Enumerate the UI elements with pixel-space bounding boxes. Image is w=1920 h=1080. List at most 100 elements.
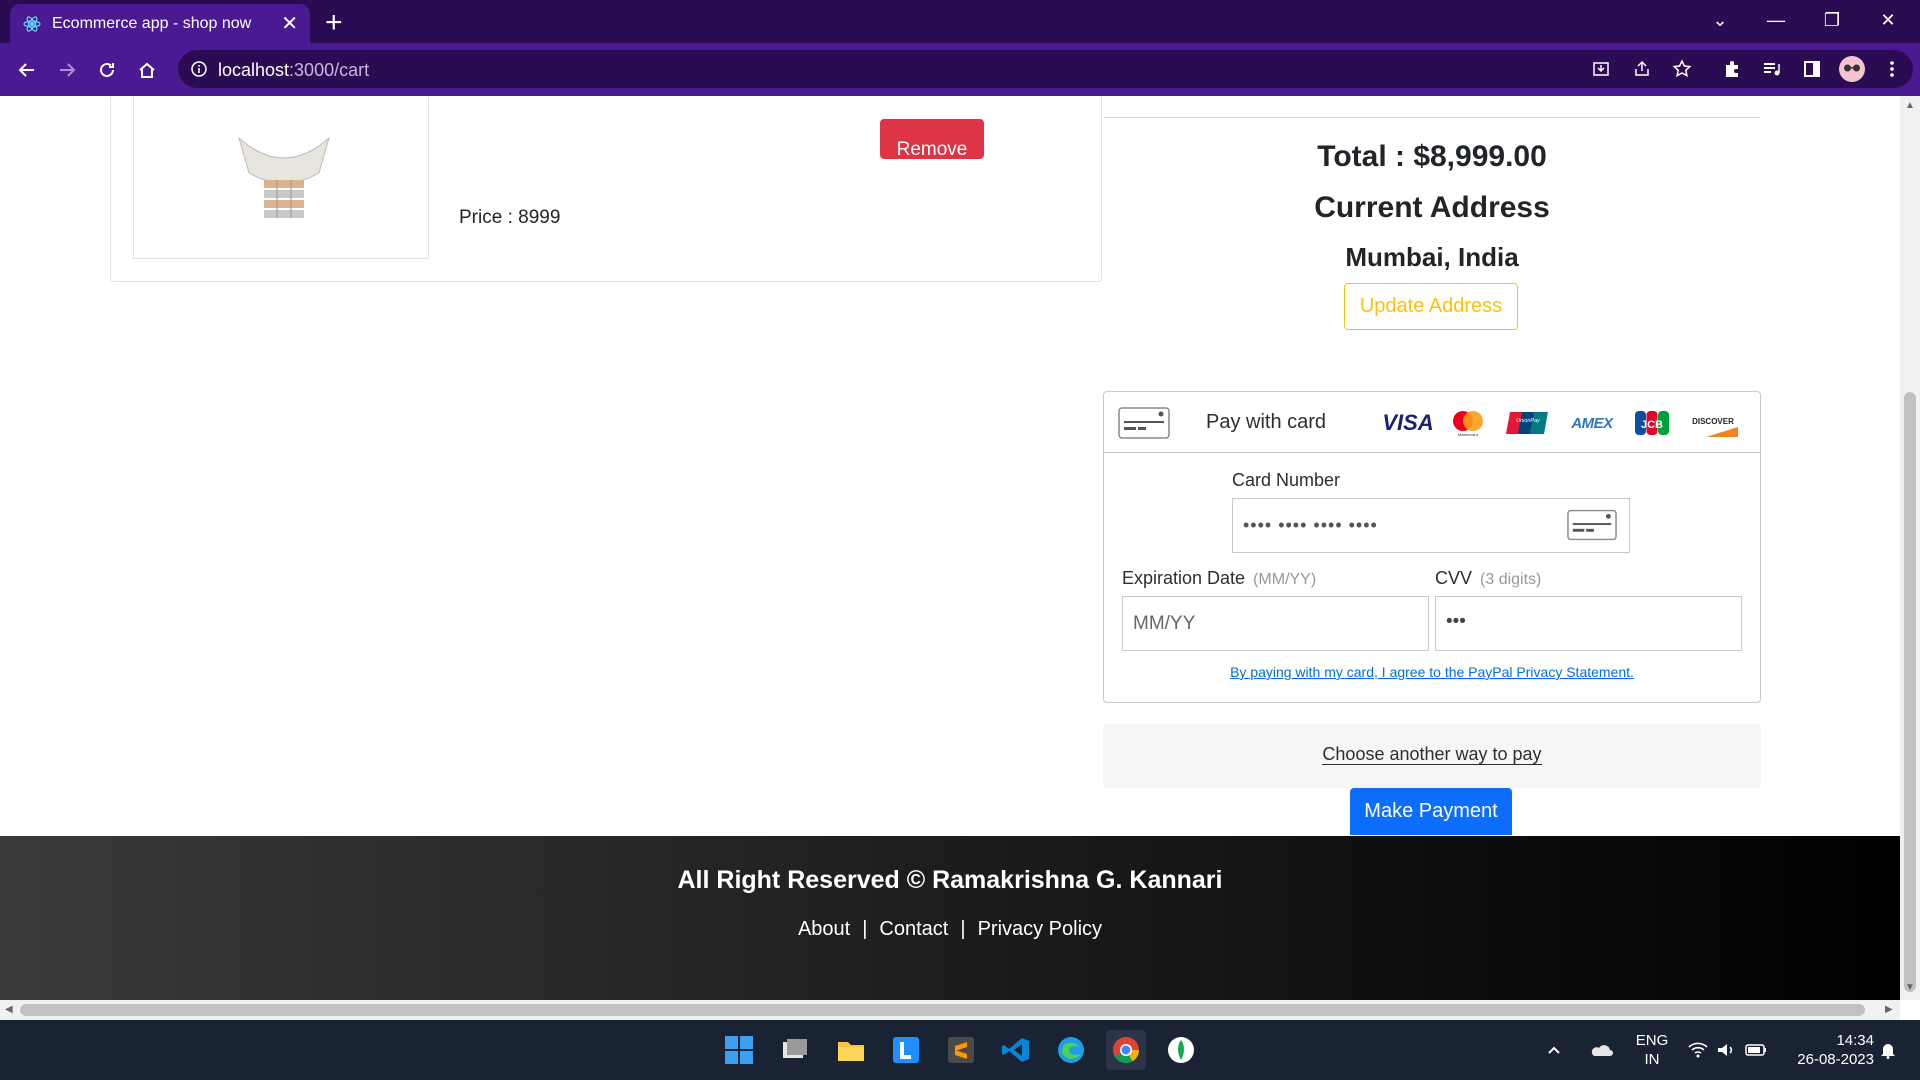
react-icon xyxy=(23,15,41,32)
l-app-icon[interactable] xyxy=(886,1030,926,1070)
notifications-icon[interactable] xyxy=(1874,1030,1902,1070)
product-price: Price : 8999 xyxy=(459,207,561,228)
wifi-icon[interactable] xyxy=(1684,1030,1712,1070)
new-tab-icon[interactable]: + xyxy=(325,6,343,40)
vertical-scroll-thumb[interactable] xyxy=(1904,392,1916,992)
jcb-icon: JCB xyxy=(1634,408,1670,438)
edge-icon[interactable] xyxy=(1051,1030,1091,1070)
close-window-icon[interactable]: ✕ xyxy=(1860,0,1916,40)
credit-card-icon xyxy=(1118,407,1170,439)
card-number-input[interactable]: •••• •••• •••• •••• xyxy=(1232,498,1630,553)
extensions-icon[interactable] xyxy=(1716,53,1748,85)
amex-icon: AMEX xyxy=(1571,414,1613,432)
tab-title: Ecommerce app - shop now xyxy=(52,14,252,32)
paypal-privacy-link[interactable]: By paying with my card, I agree to the P… xyxy=(1104,664,1760,680)
share-icon[interactable] xyxy=(1626,53,1658,85)
cart-item-card: Price : 8999 Remove xyxy=(110,96,1102,282)
cart-total: Total : $8,999.00 xyxy=(1317,140,1547,173)
svg-text:UnionPay: UnionPay xyxy=(1516,418,1541,424)
other-payment-box: Choose another way to pay xyxy=(1103,724,1761,788)
expiration-date-label: Expiration Date (MM/YY) xyxy=(1122,568,1317,588)
mastercard-icon: Mastercard xyxy=(1448,408,1488,438)
file-explorer-icon[interactable] xyxy=(831,1030,871,1070)
visa-icon: VISA xyxy=(1382,410,1434,435)
svg-text:JCB: JCB xyxy=(1641,419,1663,431)
browser-tab[interactable]: Ecommerce app - shop now ✕ xyxy=(10,4,310,43)
vscode-icon[interactable] xyxy=(996,1030,1036,1070)
back-icon[interactable] xyxy=(10,53,44,87)
make-payment-button[interactable]: Make Payment xyxy=(1350,788,1512,835)
footer-links: About | Contact | Privacy Policy xyxy=(0,918,1900,941)
minimize-icon[interactable]: — xyxy=(1748,0,1804,40)
footer-separator: | xyxy=(960,918,966,940)
side-panel-icon[interactable] xyxy=(1796,53,1828,85)
install-icon[interactable] xyxy=(1585,53,1617,85)
expiration-date-input[interactable]: MM/YY xyxy=(1122,596,1429,651)
forward-icon[interactable] xyxy=(50,53,84,87)
unionpay-icon: UnionPay xyxy=(1506,408,1550,438)
tab-search-icon[interactable]: ⌄ xyxy=(1692,0,1748,40)
card-number-label: Card Number xyxy=(1232,470,1341,490)
expiration-hint: (MM/YY) xyxy=(1253,571,1317,588)
language-indicator[interactable]: ENG IN xyxy=(1630,1031,1674,1069)
vertical-scrollbar[interactable]: ▲ ▼ xyxy=(1900,96,1920,1000)
scroll-down-icon[interactable]: ▼ xyxy=(1905,982,1915,993)
show-hidden-icons-icon[interactable] xyxy=(1542,1030,1566,1070)
update-address-button[interactable]: Update Address xyxy=(1344,283,1518,330)
clock-date: 26-08-2023 xyxy=(1797,1051,1874,1068)
horizontal-scroll-thumb[interactable] xyxy=(20,1004,1865,1016)
summary-divider xyxy=(1104,117,1760,118)
card-number-placeholder: •••• •••• •••• •••• xyxy=(1243,515,1378,535)
choose-another-way-link[interactable]: Choose another way to pay xyxy=(1103,744,1761,765)
restore-icon[interactable]: ❐ xyxy=(1804,0,1860,40)
pay-with-card-header[interactable]: Pay with card VISA Mastercard UnionPay A… xyxy=(1104,392,1760,453)
footer-link-contact[interactable]: Contact xyxy=(879,918,948,940)
address-heading: Current Address xyxy=(1314,191,1550,224)
watch-image xyxy=(238,136,330,218)
footer-link-privacy-policy[interactable]: Privacy Policy xyxy=(978,918,1102,940)
chrome-icon[interactable] xyxy=(1106,1030,1146,1070)
onedrive-icon[interactable] xyxy=(1583,1030,1619,1070)
page-footer: All Right Reserved © Ramakrishna G. Kann… xyxy=(0,836,1900,1000)
clock[interactable]: 14:34 26-08-2023 xyxy=(1780,1031,1874,1069)
media-control-icon[interactable] xyxy=(1756,53,1788,85)
svg-text:Mastercard: Mastercard xyxy=(1458,432,1478,437)
remove-button[interactable]: Remove xyxy=(880,119,984,160)
bookmark-star-icon[interactable] xyxy=(1666,53,1698,85)
profile-avatar[interactable] xyxy=(1836,53,1868,85)
url-text: localhost:3000/cart xyxy=(218,60,370,80)
cvv-input[interactable]: ••• xyxy=(1435,596,1742,651)
cvv-label: CVV (3 digits) xyxy=(1435,568,1542,588)
credit-card-icon xyxy=(1567,509,1617,541)
footer-separator: | xyxy=(862,918,868,940)
mongodb-compass-icon[interactable] xyxy=(1161,1030,1201,1070)
card-payment-form: Pay with card VISA Mastercard UnionPay A… xyxy=(1103,391,1761,703)
volume-icon[interactable] xyxy=(1712,1030,1740,1070)
svg-text:DISCOVER: DISCOVER xyxy=(1692,417,1734,426)
sublime-text-icon[interactable] xyxy=(941,1030,981,1070)
footer-copyright: All Right Reserved © Ramakrishna G. Kann… xyxy=(677,866,1223,894)
browser-toolbar: localhost:3000/cart xyxy=(0,43,1920,96)
scroll-left-icon[interactable]: ◀ xyxy=(5,1004,13,1015)
footer-link-about[interactable]: About xyxy=(798,918,850,940)
close-tab-icon[interactable]: ✕ xyxy=(281,11,298,36)
product-image xyxy=(133,96,429,259)
site-info-icon[interactable] xyxy=(190,60,208,78)
battery-icon[interactable] xyxy=(1742,1030,1770,1070)
cart-page: Price : 8999 Remove Total : $8,999.00 Cu… xyxy=(0,96,1900,1000)
scroll-right-icon[interactable]: ▶ xyxy=(1885,1004,1893,1015)
address-value: Mumbai, India xyxy=(1345,242,1519,272)
scroll-up-icon[interactable]: ▲ xyxy=(1905,100,1915,111)
browser-menu-icon[interactable] xyxy=(1876,53,1908,85)
clock-time: 14:34 xyxy=(1836,1032,1874,1049)
pay-with-card-label: Pay with card xyxy=(1206,411,1327,433)
windows-start-icon[interactable] xyxy=(719,1030,759,1070)
cvv-hint: (3 digits) xyxy=(1480,571,1542,588)
browser-tab-bar: Ecommerce app - shop now ✕ + ⌄ — ❐ ✕ xyxy=(0,0,1920,43)
windows-taskbar: ENG IN 14:34 26-08-2023 xyxy=(0,1020,1920,1080)
home-icon[interactable] xyxy=(130,53,164,87)
task-view-icon[interactable] xyxy=(775,1030,815,1070)
discover-icon: DISCOVER xyxy=(1688,408,1738,438)
reload-icon[interactable] xyxy=(90,53,124,87)
horizontal-scrollbar[interactable]: ◀ ▶ xyxy=(0,1000,1900,1020)
